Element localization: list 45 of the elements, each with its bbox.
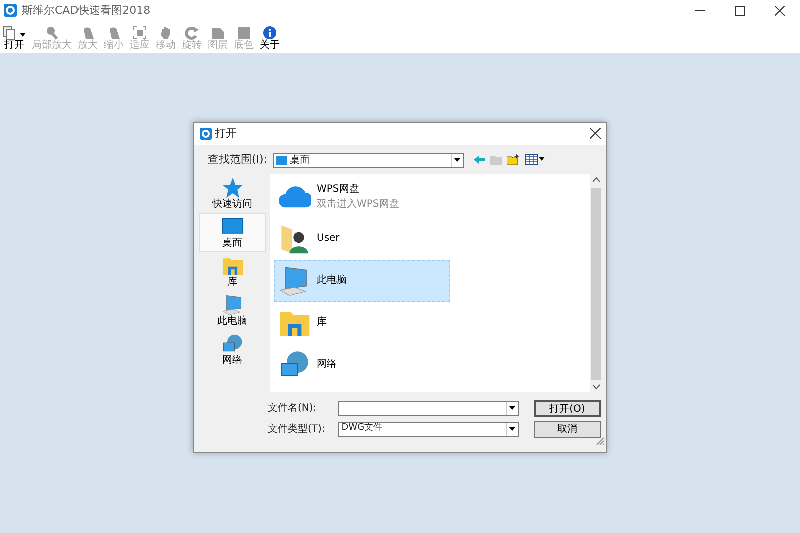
file-name: 库 xyxy=(317,316,327,330)
fit-frame-icon xyxy=(132,26,147,40)
file-item[interactable]: 库 xyxy=(274,302,450,344)
file-item[interactable]: WPS网盘 双击进入WPS网盘 xyxy=(274,176,450,218)
file-name: 此电脑 xyxy=(317,274,347,288)
file-name: 网络 xyxy=(317,358,337,372)
user-folder-icon xyxy=(279,222,311,254)
dialog-title: 打开 xyxy=(214,126,237,142)
caret-icon[interactable] xyxy=(454,158,461,162)
network-icon xyxy=(222,332,244,354)
file-name: User xyxy=(317,232,340,246)
copy-icon xyxy=(3,26,17,40)
info-icon xyxy=(262,26,277,40)
toolbar-button[interactable]: 打开 xyxy=(0,26,29,51)
places-item[interactable]: 库 xyxy=(199,252,266,290)
file-subtitle: 双击进入WPS网盘 xyxy=(317,198,400,212)
places-item[interactable]: 网络 xyxy=(199,330,266,368)
look-in-dropdown[interactable]: 桌面 xyxy=(272,152,464,168)
look-in-label: 查找范围(I): xyxy=(208,152,268,168)
caret-icon[interactable] xyxy=(20,33,26,38)
caret-icon[interactable] xyxy=(509,406,516,410)
monitor-icon xyxy=(276,156,288,165)
places-item[interactable]: 此电脑 xyxy=(199,290,266,330)
dialog-logo-icon xyxy=(200,126,212,142)
file-item[interactable]: 网络 xyxy=(274,344,450,386)
computer-icon xyxy=(222,294,244,316)
file-name-label: 文件名(N): xyxy=(268,402,318,416)
file-item[interactable]: User xyxy=(274,218,450,260)
caret-icon[interactable] xyxy=(509,427,516,431)
file-item[interactable]: 此电脑 xyxy=(274,260,450,302)
rotate-icon xyxy=(184,26,199,40)
window-title: 斯维尔CAD快速看图2018 xyxy=(22,2,151,19)
cancel-button[interactable]: 取消 xyxy=(534,420,601,438)
toolbar-button[interactable]: 关于 xyxy=(256,26,283,51)
file-type-dropdown[interactable]: DWG文件 xyxy=(338,422,519,436)
file-name: WPS网盘 xyxy=(317,182,360,196)
square-icon xyxy=(236,26,251,40)
file-name-field[interactable] xyxy=(338,400,519,416)
file-type-label: 文件类型(T): xyxy=(268,422,326,436)
places-item[interactable]: 桌面 xyxy=(199,212,266,252)
places-item[interactable]: 快速访问 xyxy=(199,174,266,212)
star-icon xyxy=(222,176,244,198)
app-logo-icon xyxy=(4,2,17,20)
magnifier-icon xyxy=(44,26,59,40)
open-button[interactable]: 打开(O) xyxy=(534,400,601,416)
